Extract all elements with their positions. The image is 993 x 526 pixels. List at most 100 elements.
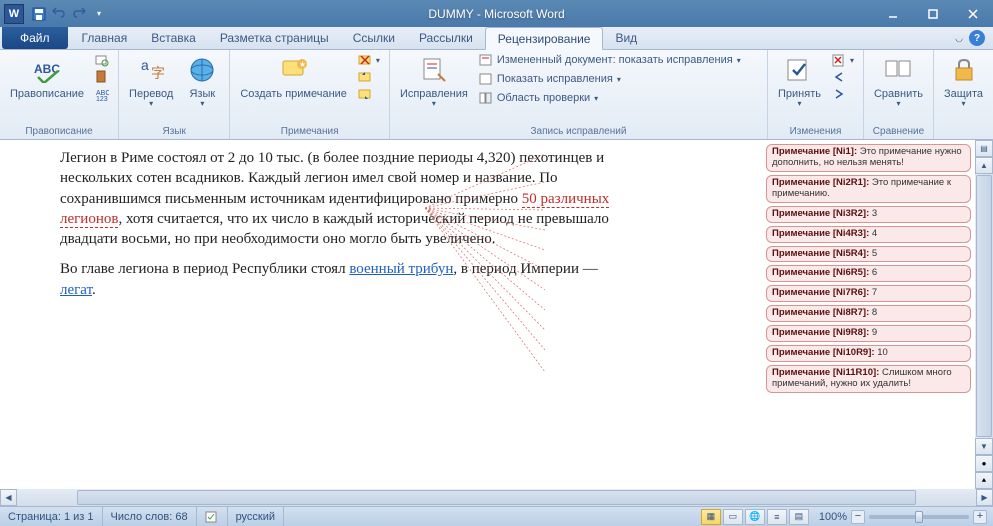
ribbon-group-label: Запись исправлений [396,124,761,139]
tab-вид[interactable]: Вид [603,27,649,49]
scroll-up-button[interactable]: ▲ [975,157,993,174]
track-changes-button[interactable]: Исправления ▾ [396,52,472,111]
outline-view-button[interactable]: ≡ [767,509,787,525]
translate-button[interactable]: a字 Перевод ▾ [125,52,177,111]
comment-text: 5 [872,248,877,259]
scroll-right-button[interactable]: ▶ [976,489,993,506]
comment-balloon[interactable]: Примечание [Ni7R6]: 7 [766,285,971,302]
prev-comment-button[interactable] [355,69,383,85]
compare-button[interactable]: Сравнить ▾ [870,52,927,111]
hscroll-thumb[interactable] [77,490,916,505]
ribbon-group-compare: Сравнить ▾ Сравнение [864,50,934,139]
undo-icon[interactable] [50,5,68,23]
comment-balloon[interactable]: Примечание [Ni2R1]: Это примечание к при… [766,175,971,203]
hyperlink[interactable]: легат [60,282,92,298]
tab-ссылки[interactable]: Ссылки [341,27,407,49]
word-count-button[interactable]: ABC123 [92,86,112,102]
reviewing-pane-dropdown[interactable]: Область проверки ▾ [476,90,744,106]
comment-balloon[interactable]: Примечание [Ni10R9]: 10 [766,345,971,362]
ribbon-group-protect: Защита ▾ [934,50,993,139]
tab-разметка страницы[interactable]: Разметка страницы [208,27,341,49]
minimize-ribbon-icon[interactable]: ◡ [955,33,963,44]
tab-главная[interactable]: Главная [70,27,140,49]
zoom-level[interactable]: 100% [819,511,847,523]
proofing-status[interactable] [197,507,228,526]
ribbon-group-proofing: ABC Правописание ABC123 Правописание [0,50,119,139]
language-status[interactable]: русский [228,507,284,526]
ribbon-group-changes: Принять ▾ ▾ Изменения [768,50,864,139]
ribbon-group-language: a字 Перевод ▾ Язык ▾ Язык [119,50,230,139]
tab-вставка[interactable]: Вставка [139,27,208,49]
minimize-button[interactable] [873,0,913,27]
ribbon-group-label: Правописание [6,124,112,139]
zoom-out-button[interactable]: − [851,510,865,524]
language-button[interactable]: Язык ▾ [181,52,223,111]
ribbon-group-label [940,124,987,139]
horizontal-scrollbar[interactable]: ◀ ▶ [0,489,993,506]
redo-icon[interactable] [70,5,88,23]
prev-change-button[interactable] [829,69,857,85]
show-markup-dropdown[interactable]: Показать исправления ▾ [476,71,744,87]
document-page[interactable]: Легион в Риме состоял от 2 до 10 тыс. (в… [0,140,760,506]
tab-рецензирование[interactable]: Рецензирование [485,27,604,50]
comment-tag: Примечание [Ni9R8]: [772,327,872,338]
delete-comment-button[interactable]: ▾ [355,52,383,68]
comment-text: 4 [872,228,877,239]
window-title: DUMMY - Microsoft Word [428,7,564,21]
scroll-left-button[interactable]: ◀ [0,489,17,506]
help-icon[interactable]: ? [969,30,985,46]
comment-balloon[interactable]: Примечание [Ni3R2]: 3 [766,206,971,223]
save-icon[interactable] [30,5,48,23]
comment-tag: Примечание [Ni7R6]: [772,287,872,298]
comment-balloon[interactable]: Примечание [Ni9R8]: 9 [766,325,971,342]
zoom-handle[interactable] [915,511,923,523]
comment-balloon[interactable]: Примечание [Ni6R5]: 6 [766,265,971,282]
thesaurus-button[interactable] [92,69,112,85]
display-for-review-dropdown[interactable]: Измененный документ: показать исправлени… [476,52,744,68]
svg-text:123: 123 [96,96,108,101]
scroll-thumb[interactable] [976,175,992,437]
zoom-in-button[interactable]: + [973,510,987,524]
browse-object-icon[interactable]: ● [975,455,993,472]
draft-view-button[interactable]: ▤ [789,509,809,525]
svg-text:字: 字 [151,65,165,81]
accept-button[interactable]: Принять ▾ [774,52,825,111]
comment-balloon[interactable]: Примечание [Ni8R7]: 8 [766,305,971,322]
close-button[interactable] [953,0,993,27]
comment-balloon[interactable]: Примечание [Ni1]: Это примечание нужно д… [766,144,971,172]
print-layout-view-button[interactable]: ▦ [701,509,721,525]
tab-рассылки[interactable]: Рассылки [407,27,485,49]
comment-text: 10 [877,347,888,358]
qat-customize-icon[interactable]: ▾ [90,5,108,23]
web-layout-view-button[interactable]: 🌐 [745,509,765,525]
maximize-button[interactable] [913,0,953,27]
comment-balloon[interactable]: Примечание [Ni5R4]: 5 [766,246,971,263]
new-comment-button[interactable]: ★ Создать примечание [236,52,351,102]
fullscreen-reading-view-button[interactable]: ▭ [723,509,743,525]
prev-page-button[interactable]: ⯅ [975,472,993,489]
word-count-status[interactable]: Число слов: 68 [103,507,197,526]
next-change-button[interactable] [829,86,857,102]
document-content[interactable]: Легион в Риме состоял от 2 до 10 тыс. (в… [60,148,620,300]
page-status[interactable]: Страница: 1 из 1 [0,507,103,526]
hyperlink[interactable]: военный трибун [349,261,453,277]
comment-tag: Примечание [Ni4R3]: [772,228,872,239]
comment-tag: Примечание [Ni11R10]: [772,367,882,378]
zoom-slider[interactable] [869,515,969,519]
comment-balloon[interactable]: Примечание [Ni11R10]: Слишком много прим… [766,365,971,393]
reject-button[interactable]: ▾ [829,52,857,68]
next-comment-button[interactable] [355,86,383,102]
comment-text: 6 [872,267,877,278]
research-button[interactable] [92,52,112,68]
spellcheck-button[interactable]: ABC Правописание [6,52,88,102]
vertical-scrollbar[interactable]: ▤ ▲ ▼ ● ⯅ ⯆ [975,140,993,506]
word-app-icon[interactable]: W [4,4,24,24]
ruler-toggle-icon[interactable]: ▤ [975,140,993,157]
scroll-down-button[interactable]: ▼ [975,438,993,455]
protect-button[interactable]: Защита ▾ [940,52,987,111]
comments-pane: Примечание [Ni1]: Это примечание нужно д… [760,140,975,506]
file-tab[interactable]: Файл [2,27,68,49]
comment-tag: Примечание [Ni5R4]: [772,248,872,259]
ribbon-group-comments: ★ Создать примечание ▾ Примечания [230,50,390,139]
comment-balloon[interactable]: Примечание [Ni4R3]: 4 [766,226,971,243]
